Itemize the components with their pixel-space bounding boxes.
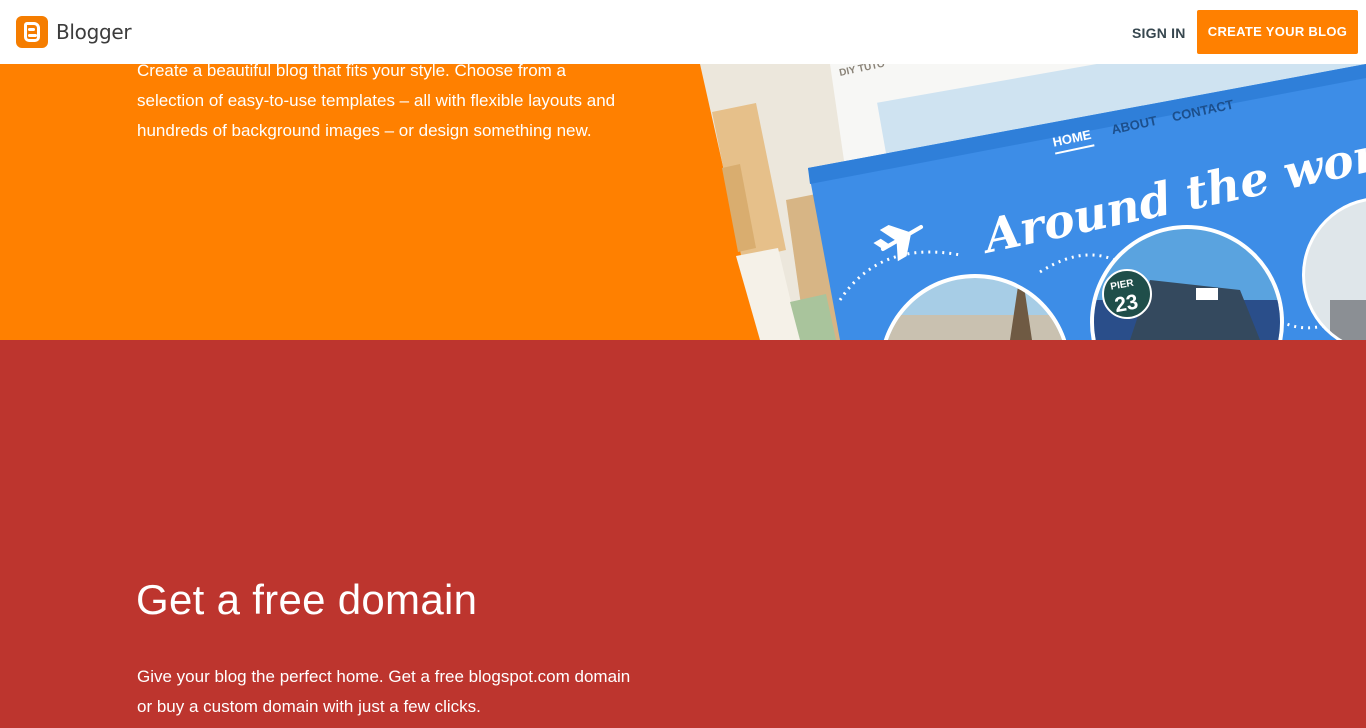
domain-section: Get a free domain Give your blog the per… (0, 340, 1366, 728)
domain-section-description: Give your blog the perfect home. Get a f… (137, 667, 631, 716)
domain-section-title: Get a free domain (136, 576, 478, 623)
create-your-blog-button[interactable]: CREATE YOUR BLOG (1197, 10, 1358, 54)
brand-name: Blogger (56, 20, 132, 44)
blogger-logo-icon (16, 16, 48, 48)
blogger-logo[interactable]: Blogger (16, 16, 132, 48)
pier-badge-number: 23 (1113, 290, 1140, 317)
sign-in-link[interactable]: SIGN IN (1132, 25, 1186, 41)
top-header: Blogger SIGN IN CREATE YOUR BLOG (0, 0, 1366, 64)
